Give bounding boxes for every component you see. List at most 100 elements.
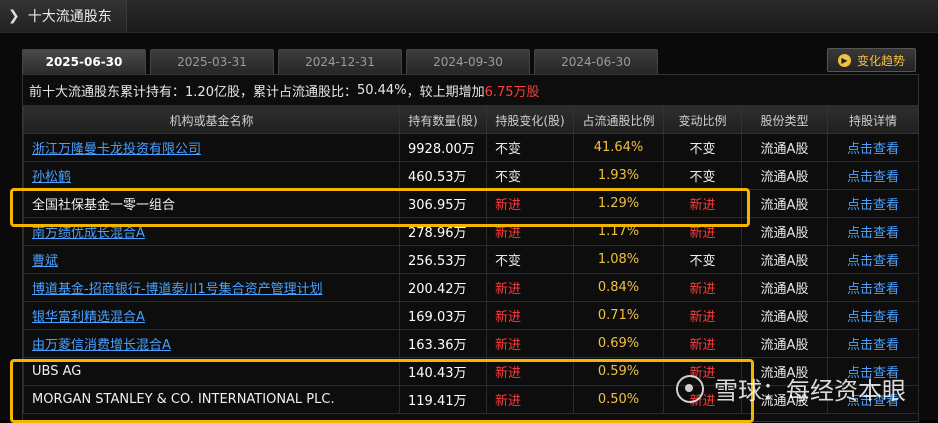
holder-name-link[interactable]: 由万菱信消费增长混合A [32,338,171,353]
holders-table: 机构或基金名称 持有数量(股) 持股变化(股) 占流通股比例 变动比例 股份类型… [23,106,919,414]
holder-name-cell: 孙松鹤 [23,161,400,190]
float-ratio: 0.84% [573,273,664,302]
summary-increase: 6.75万股 [484,84,540,100]
change-ratio: 不变 [663,161,742,190]
change-ratio: 新进 [663,273,742,302]
detail-link[interactable]: 点击查看 [827,189,919,218]
holders-panel: 前十大流通股东累计持有： 1.20亿股 ，累计占流通股比： 50.44% ，较上期增加 6… [22,74,919,422]
col-header-pct: 占流通股比例 [573,106,664,134]
hold-change: 新进 [486,329,574,358]
share-type: 流通A股 [741,133,828,162]
tab-2025-03-31[interactable]: 2025-03-31 [150,49,274,74]
hold-quantity: 9928.00万 [399,133,487,162]
detail-link[interactable]: 点击查看 [827,245,919,274]
table-row: 由万菱信消费增长混合A 163.36万 新进 0.69% 新进 流通A股 点击查看 [23,329,919,358]
float-ratio: 1.93% [573,161,664,190]
hold-quantity: 163.36万 [399,329,487,358]
holder-name-link[interactable]: 博道基金-招商银行-博道泰川1号集合资产管理计划 [32,282,323,297]
share-type: 流通A股 [741,217,828,246]
share-type: 流通A股 [741,189,828,218]
detail-link[interactable]: 点击查看 [827,301,919,330]
holder-name-cell: 浙江万隆曼卡龙投资有限公司 [23,133,400,162]
detail-link[interactable]: 点击查看 [827,217,919,246]
share-type: 流通A股 [741,301,828,330]
change-ratio: 新进 [663,329,742,358]
trend-button-label: 变化趋势 [856,53,905,68]
hold-change: 不变 [486,245,574,274]
holder-name-link[interactable]: 南方绩优成长混合A [32,226,145,241]
col-header-change: 持股变化(股) [486,106,574,134]
hold-change: 新进 [486,273,574,302]
detail-link[interactable]: 点击查看 [827,161,919,190]
hold-quantity: 140.43万 [399,357,487,386]
float-ratio: 1.29% [573,189,664,218]
hold-change: 新进 [486,357,574,386]
period-tabs: 2025-06-30 2025-03-31 2024-12-31 2024-09… [22,48,916,74]
table-row: 全国社保基金一零一组合 306.95万 新进 1.29% 新进 流通A股 点击查看 [23,189,919,218]
table-row: 博道基金-招商银行-博道泰川1号集合资产管理计划 200.42万 新进 0.84% 新进… [23,273,919,302]
tab-2024-12-31[interactable]: 2024-12-31 [278,49,402,74]
float-ratio: 41.64% [573,133,664,162]
chevron-right-icon: ❯ [8,8,20,24]
detail-link[interactable]: 点击查看 [827,133,919,162]
col-header-detail: 持股详情 [827,106,919,134]
section-title: 十大流通股东 [27,9,112,25]
hold-quantity: 256.53万 [399,245,487,274]
table-row: 浙江万隆曼卡龙投资有限公司 9928.00万 不变 41.64% 不变 流通A股 点击查看 [23,133,919,162]
watermark-text: 雪球：每经资本眼 [714,377,906,405]
holder-name-cell: 博道基金-招商银行-博道泰川1号集合资产管理计划 [23,273,400,302]
hold-quantity: 306.95万 [399,189,487,218]
section-title-tab[interactable]: ❯ 十大流通股东 [0,0,127,32]
col-header-name: 机构或基金名称 [23,106,400,134]
hold-quantity: 169.03万 [399,301,487,330]
table-header-row: 机构或基金名称 持有数量(股) 持股变化(股) 占流通股比例 变动比例 股份类型… [23,106,919,134]
hold-quantity: 119.41万 [399,385,487,414]
change-ratio: 不变 [663,245,742,274]
summary-line: 前十大流通股东累计持有： 1.20亿股 ，累计占流通股比： 50.44% ，较上期增加 6… [23,75,918,106]
table-row: 孙松鹤 460.53万 不变 1.93% 不变 流通A股 点击查看 [23,161,919,190]
tab-2025-06-30[interactable]: 2025-06-30 [22,49,146,74]
hold-change: 不变 [486,161,574,190]
tab-2024-06-30[interactable]: 2024-06-30 [534,49,658,74]
hold-change: 新进 [486,189,574,218]
float-ratio: 1.17% [573,217,664,246]
tab-2024-09-30[interactable]: 2024-09-30 [406,49,530,74]
holder-name-cell: 曹斌 [23,245,400,274]
share-type: 流通A股 [741,329,828,358]
detail-link[interactable]: 点击查看 [827,273,919,302]
col-header-type: 股份类型 [741,106,828,134]
col-header-hold: 持有数量(股) [399,106,487,134]
hold-change: 新进 [486,301,574,330]
change-ratio: 不变 [663,133,742,162]
hold-quantity: 200.42万 [399,273,487,302]
holder-name-link[interactable]: 银华富利精选混合A [32,310,145,325]
float-ratio: 0.71% [573,301,664,330]
summary-text-3: ，较上期增加 [406,84,485,100]
summary-text-2: ，累计占流通股比： [239,84,357,100]
table-row: 银华富利精选混合A 169.03万 新进 0.71% 新进 流通A股 点击查看 [23,301,919,330]
table-row: 南方绩优成长混合A 278.96万 新进 1.17% 新进 流通A股 点击查看 [23,217,919,246]
holder-name-link[interactable]: 孙松鹤 [32,170,71,185]
detail-link[interactable]: 点击查看 [827,329,919,358]
holder-name-link[interactable]: 曹斌 [32,254,58,269]
float-ratio: 0.69% [573,329,664,358]
holder-name: 全国社保基金一零一组合 [23,189,400,218]
holder-name: UBS AG [23,357,400,386]
table-row: 曹斌 256.53万 不变 1.08% 不变 流通A股 点击查看 [23,245,919,274]
holder-name-cell: 由万菱信消费增长混合A [23,329,400,358]
float-ratio: 0.59% [573,357,664,386]
xueqiu-logo-icon [676,374,704,403]
change-ratio: 新进 [663,189,742,218]
summary-ratio: 50.44% [356,82,407,98]
change-ratio: 新进 [663,301,742,330]
holder-name-link[interactable]: 浙江万隆曼卡龙投资有限公司 [32,142,201,157]
share-type: 流通A股 [741,161,828,190]
change-ratio: 新进 [663,217,742,246]
summary-text-1: 前十大流通股东累计持有： [29,84,186,100]
top-bar: ❯ 十大流通股东 [0,0,938,33]
watermark: 雪球：每经资本眼 [676,371,906,406]
trend-button[interactable]: ▶ 变化趋势 [826,48,916,72]
holder-name: MORGAN STANLEY & CO. INTERNATIONAL PLC. [23,385,400,414]
share-type: 流通A股 [741,273,828,302]
share-type: 流通A股 [741,245,828,274]
